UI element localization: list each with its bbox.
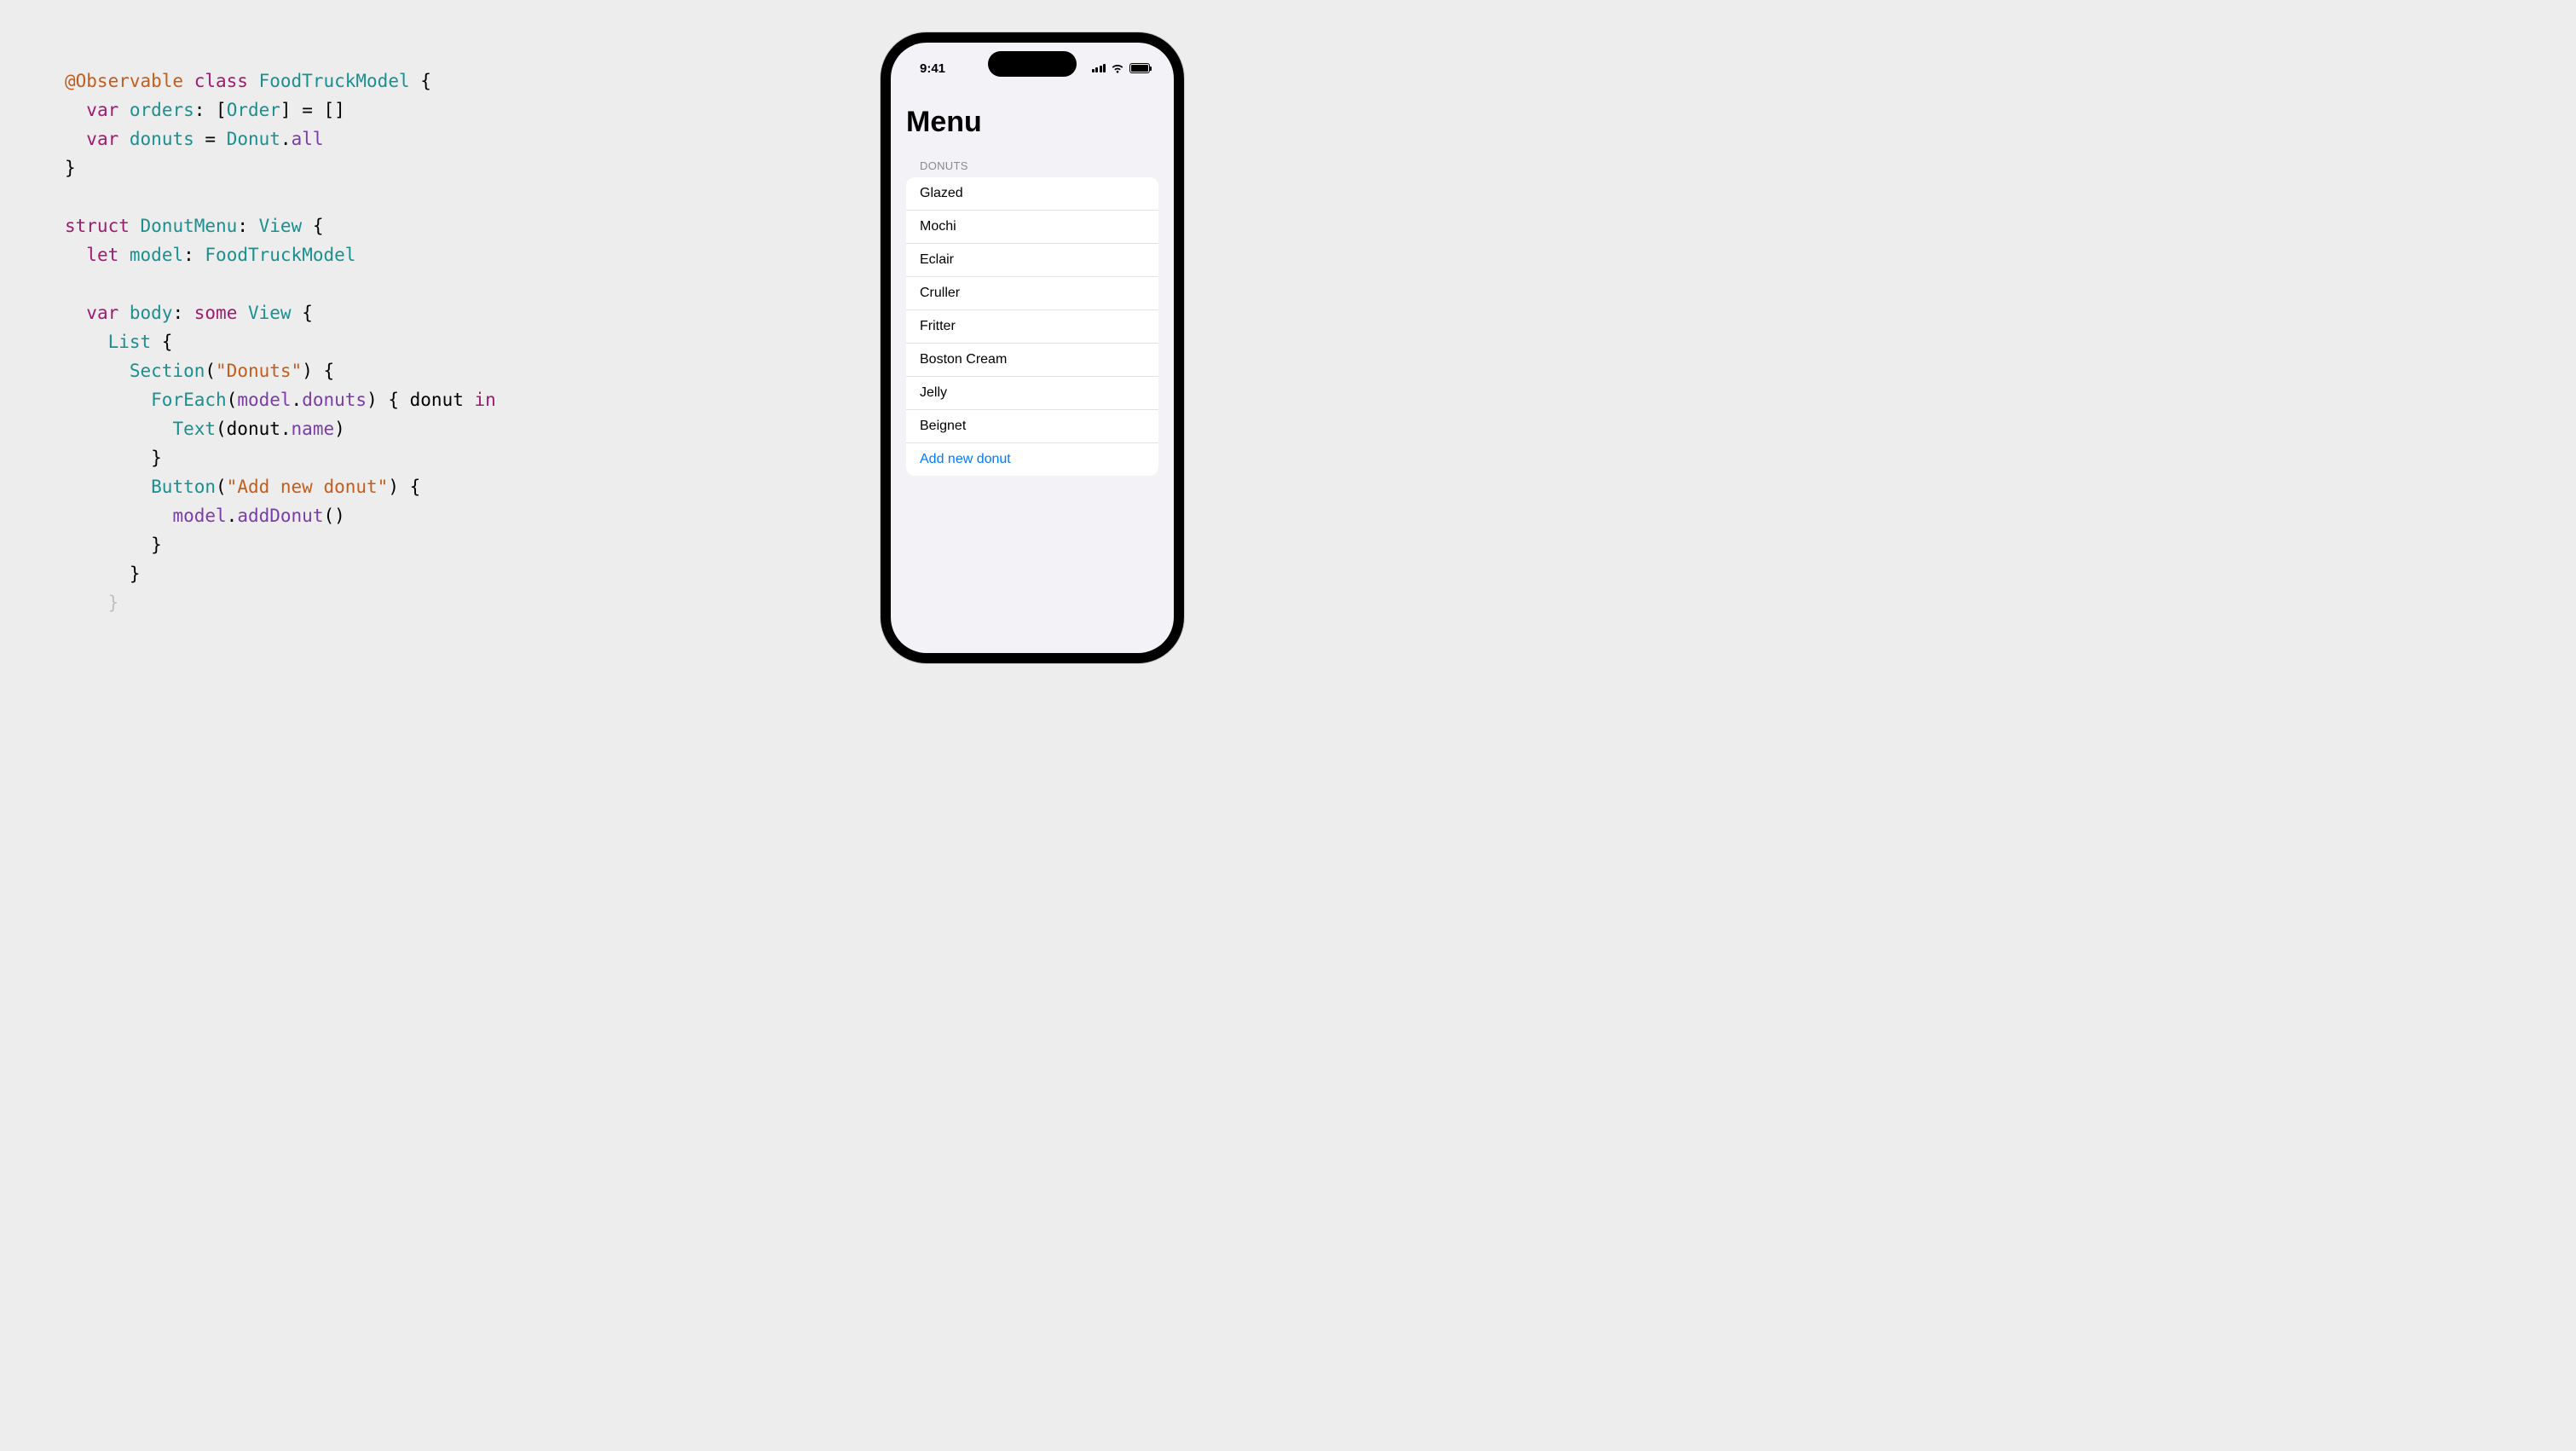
section-header: DONUTS <box>891 149 1174 177</box>
phone-screen: 9:41 Menu DONUTS GlazedMochiEclairCrulle… <box>891 43 1174 653</box>
phone-frame: 9:41 Menu DONUTS GlazedMochiEclairCrulle… <box>881 32 1184 663</box>
phone-preview: 9:41 Menu DONUTS GlazedMochiEclairCrulle… <box>875 0 1241 696</box>
list-item[interactable]: Mochi <box>906 211 1158 244</box>
cellular-signal-icon <box>1092 64 1106 72</box>
add-new-donut-button[interactable]: Add new donut <box>906 443 1158 476</box>
donut-list[interactable]: GlazedMochiEclairCrullerFritterBoston Cr… <box>906 177 1158 476</box>
dynamic-island <box>988 51 1077 77</box>
list-item[interactable]: Glazed <box>906 177 1158 211</box>
page-title: Menu <box>891 90 1174 149</box>
code-block: @Observable class FoodTruckModel { var o… <box>65 66 875 617</box>
list-item[interactable]: Fritter <box>906 310 1158 344</box>
list-item[interactable]: Cruller <box>906 277 1158 310</box>
status-indicators <box>1092 63 1151 73</box>
battery-icon <box>1129 63 1150 73</box>
list-item[interactable]: Eclair <box>906 244 1158 277</box>
wifi-icon <box>1111 63 1124 73</box>
code-panel: @Observable class FoodTruckModel { var o… <box>0 0 875 696</box>
list-item[interactable]: Jelly <box>906 377 1158 410</box>
list-item[interactable]: Boston Cream <box>906 344 1158 377</box>
list-item[interactable]: Beignet <box>906 410 1158 443</box>
status-time: 9:41 <box>920 61 945 76</box>
